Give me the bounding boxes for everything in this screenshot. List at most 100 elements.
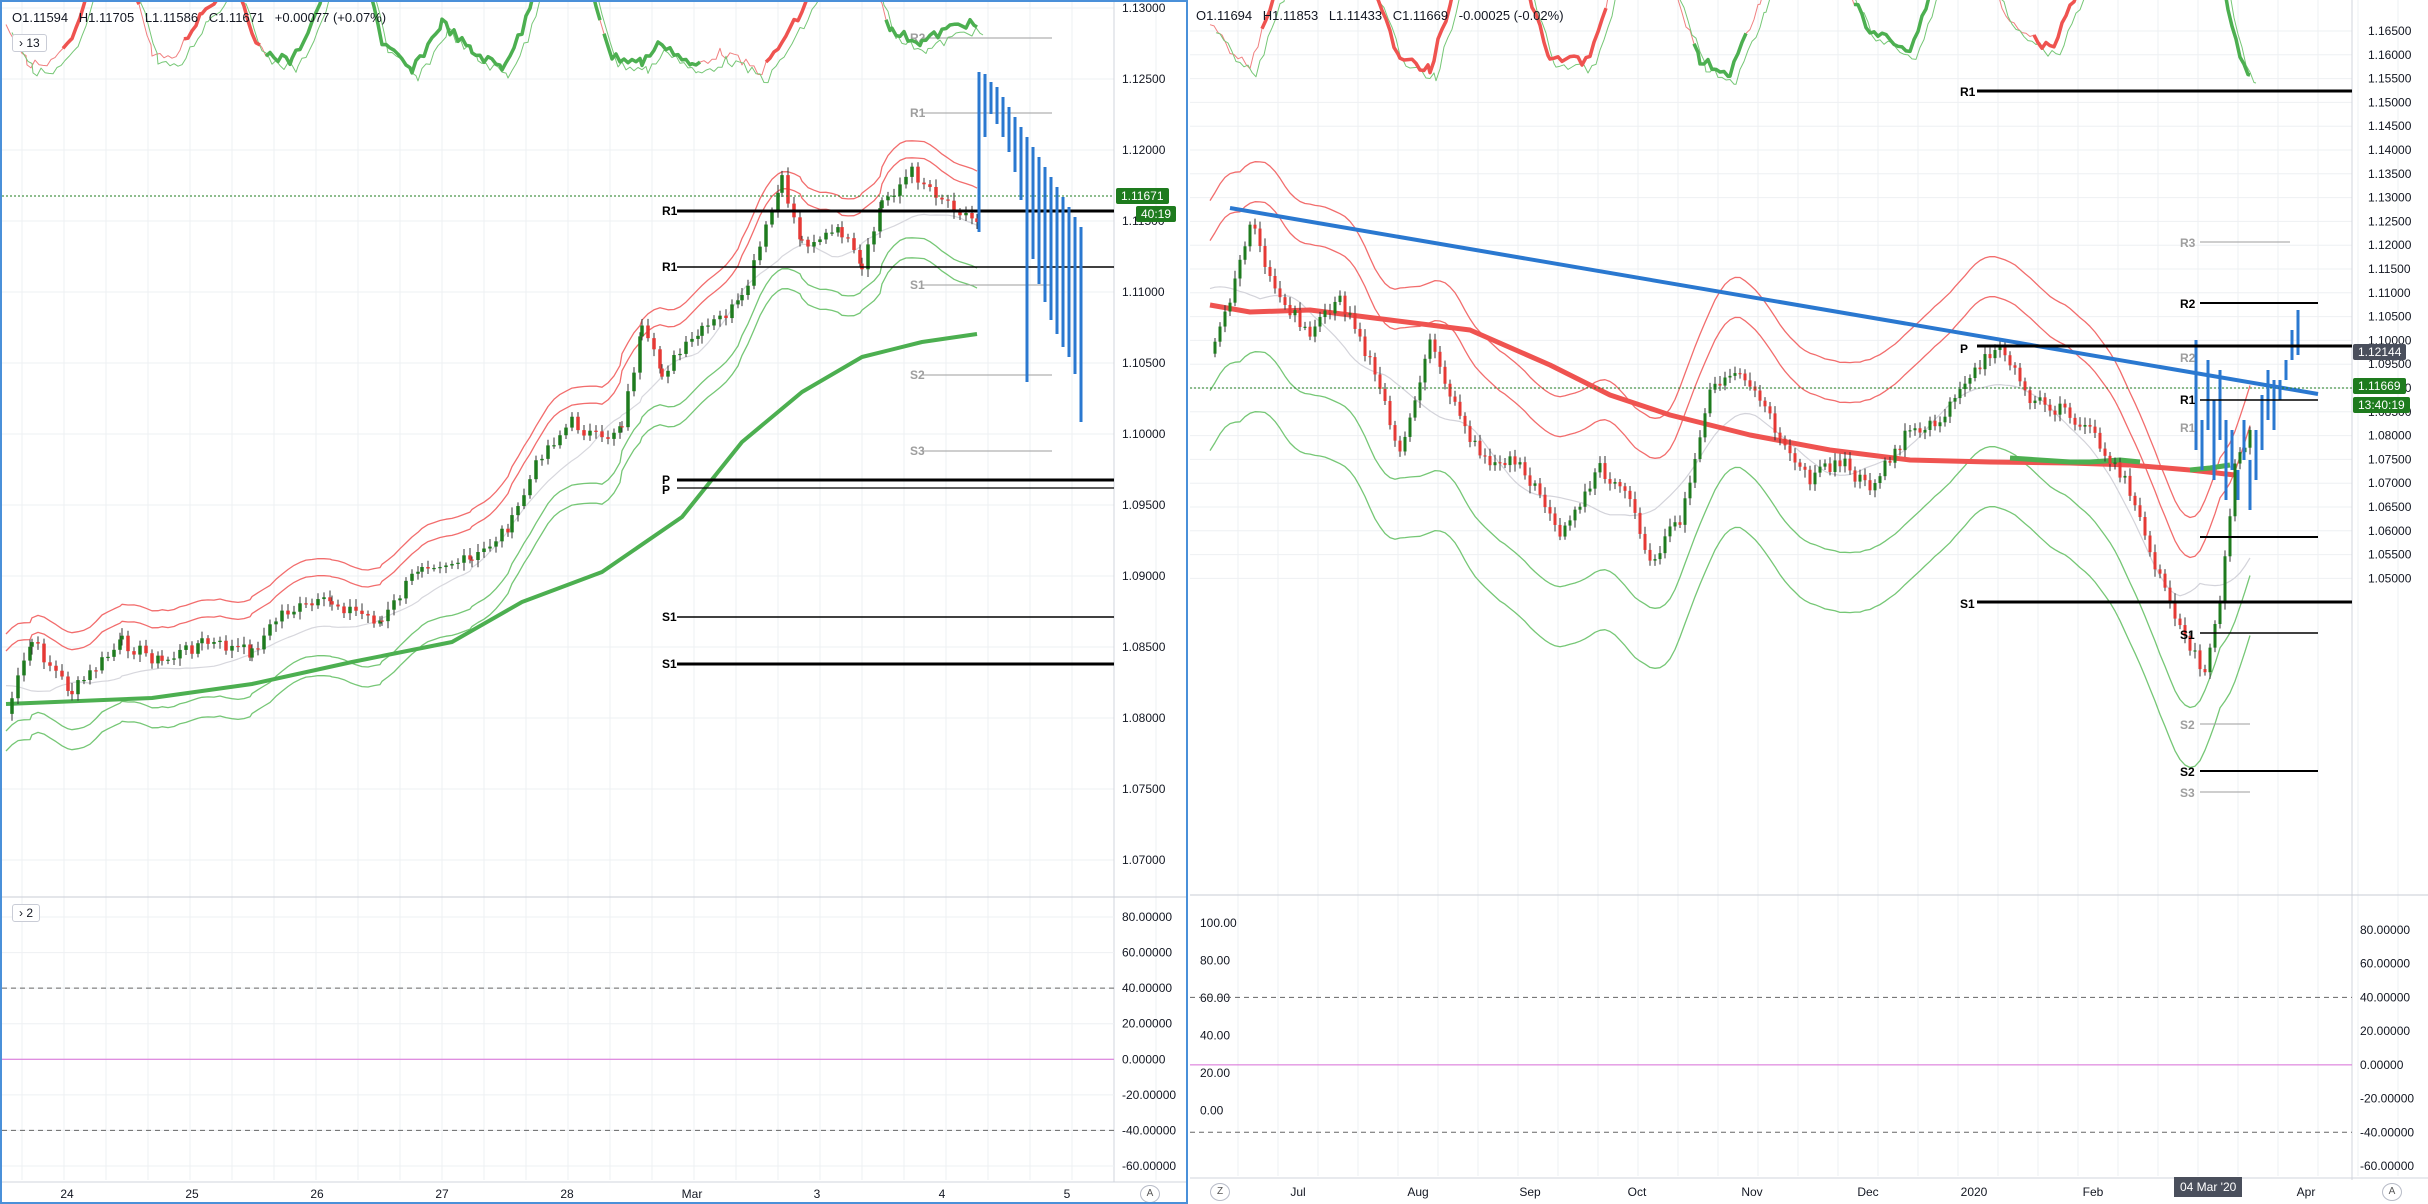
candle-body [500,528,504,542]
candle-body [482,548,486,553]
price-axis-label: 1.08000 [1122,711,1166,725]
auto-scale-button[interactable]: A [1140,1185,1160,1202]
candle-body [736,300,740,305]
last-price-tag: 1.11671 [1116,188,1169,204]
price-axis-label: 1.16500 [2368,24,2412,38]
indicator-count: 13 [26,36,40,50]
candle-body [638,336,642,373]
candle-body [1823,463,1827,467]
candle-body [268,624,272,636]
candle-body [898,184,902,196]
candle-body [2208,647,2212,673]
candle-body [1268,266,1272,277]
candle-body [372,615,376,624]
candle-body [1768,406,1772,414]
candle-body [1758,390,1762,401]
candle-body [274,621,278,625]
candle-body [946,199,950,201]
candle-body [2098,432,2102,449]
candle-body [404,580,408,599]
candle-body [958,212,962,216]
candle-body [1863,474,1867,481]
right-chart-canvas[interactable]: 1.16500 1.16000 1.15500 1.15000 1.14500 1.140… [1190,0,2428,1204]
osc-axis-label-left: 0.00 [1200,1104,1224,1118]
oscillator-toggle[interactable]: › 2 [12,904,41,922]
candle-body [696,335,700,339]
candle-body [1318,317,1322,327]
price-axis-label: 1.06000 [2368,524,2412,538]
candle-body [1898,448,1902,451]
candle-body [1473,440,1477,442]
candle-body [1223,311,1227,327]
candle-body [886,196,890,201]
osc-axis-label-right: 80.00000 [2360,923,2410,937]
right-ohlc-legend: O1.11694 H1.11853 L1.11433 C1.11669 -0.0… [1196,8,1571,23]
osc-axis-label-right: -40.00000 [2360,1125,2414,1139]
pivot-label-s1: S1 [662,610,677,624]
candle-body [292,611,296,615]
candle-body [76,680,80,695]
price-axis-label: 1.10500 [1122,356,1166,370]
candle-body [840,227,844,238]
candle-body [1808,469,1812,485]
price-axis-label: 1.12000 [2368,238,2412,252]
candle-body [354,606,358,611]
auto-scale-button[interactable]: A [2382,1183,2402,1201]
candle-body [1433,339,1437,352]
candle-body [230,645,234,651]
candle-body [1658,553,1662,560]
close-value: C1.11669 [1392,8,1449,23]
candle-body [1783,438,1787,446]
candle-body [1743,373,1747,381]
candle-body [740,295,744,301]
basis-line [1209,286,2251,597]
candle-body [94,670,98,672]
open-value: O1.11594 [12,10,69,25]
candle-body [426,567,430,569]
candle-body [678,353,682,356]
candle-body [1623,486,1627,491]
candle-body [964,212,968,216]
zoom-button[interactable]: Z [1210,1183,1230,1201]
indicators-toggle[interactable]: › 13 [12,34,47,52]
candle-body [594,430,598,432]
candle-body [1278,288,1282,298]
osc-axis-label-right: -20.00000 [2360,1092,2414,1106]
candle-body [2223,556,2227,603]
price-axis-label: 1.10500 [2368,310,2412,324]
price-axis-label: 1.09000 [1122,569,1166,583]
candle-body [780,175,784,193]
candle-body [160,655,164,661]
left-chart-pane[interactable]: 1.130001.125001.120001.115001.110001.105… [0,0,1188,1204]
candle-body [1273,276,1277,289]
candle-body [1943,416,1947,423]
candle-body [366,613,370,616]
candle-body [1813,472,1817,485]
candle-body [2168,587,2172,601]
candle-body [2048,404,2052,411]
osc-axis-label-right: -60.00000 [2360,1159,2414,1173]
price-axis-label: 1.07500 [1122,782,1166,796]
candle-body [138,645,142,655]
candle-body [1508,456,1512,466]
candle-body [1688,482,1692,499]
candle-body [2203,669,2207,673]
candle-body [1568,520,1572,526]
candle-body [1528,475,1532,486]
candle-body [1948,401,1952,417]
candle-body [1868,480,1872,491]
candle-body [1213,341,1217,354]
candle-body [1643,533,1647,550]
candle-body [1638,512,1642,534]
left-chart-canvas[interactable]: 1.130001.125001.120001.115001.110001.105… [2,2,1188,1204]
candle-body [310,603,314,606]
candle-body [830,232,834,234]
candle-body [1703,413,1707,438]
candle-body [1628,490,1632,500]
date-axis-label: Nov [1741,1185,1762,1199]
countdown-tag: 13:40:19 [2353,397,2410,413]
candle-body [2018,367,2022,382]
candle-body [118,639,122,650]
candle-body [2163,573,2167,588]
right-chart-pane[interactable]: 1.16500 1.16000 1.15500 1.15000 1.14500 1.140… [1190,0,2428,1204]
